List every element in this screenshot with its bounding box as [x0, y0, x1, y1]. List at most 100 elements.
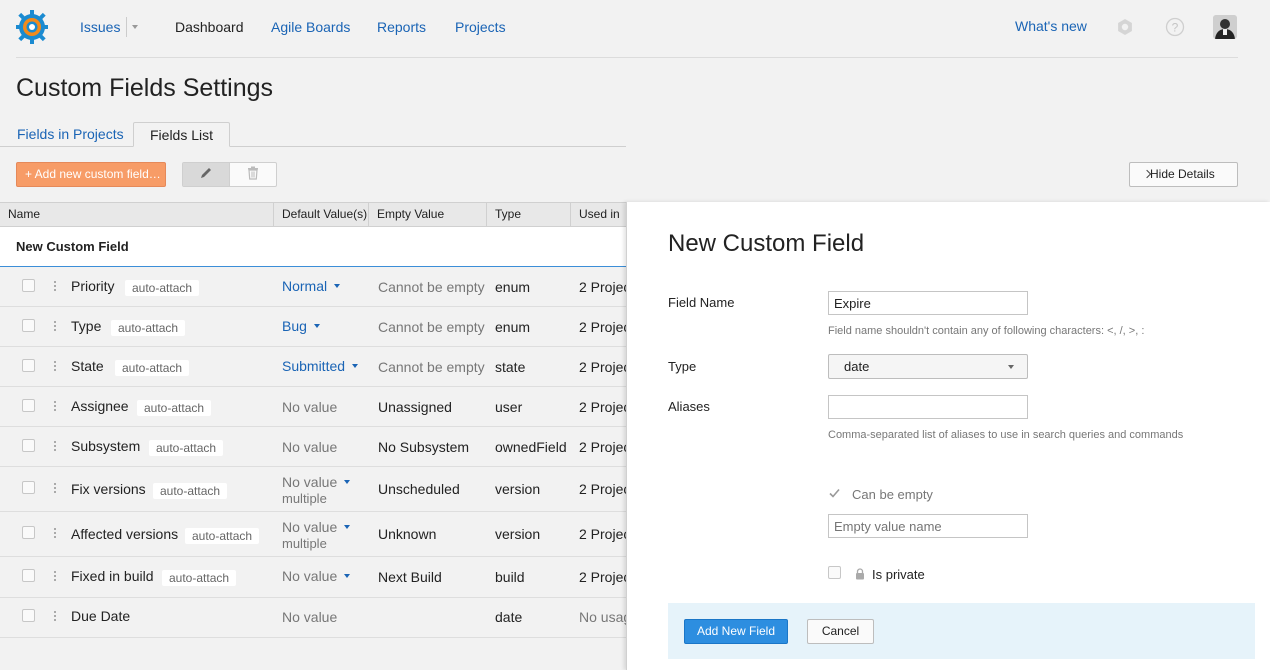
field-name: Subsystem [71, 438, 141, 454]
nav-dashboard[interactable]: Dashboard [175, 19, 244, 35]
table-row[interactable]: Fixed in build auto-attach No value Next… [0, 557, 626, 598]
new-custom-field-row[interactable]: New Custom Field [0, 227, 626, 267]
used-in[interactable]: 2 Projects [579, 439, 626, 455]
table-row[interactable]: Fix versions auto-attach No value multip… [0, 467, 626, 512]
nav-agile-boards[interactable]: Agile Boards [271, 19, 350, 35]
used-in[interactable]: 2 Projects [579, 481, 626, 497]
row-checkbox[interactable] [22, 481, 35, 494]
default-value-dropdown[interactable]: Submitted [282, 358, 359, 374]
column-header-used-in[interactable]: Used in [571, 203, 626, 227]
row-checkbox[interactable] [22, 439, 35, 452]
default-value-dropdown[interactable]: Normal [282, 278, 341, 294]
new-custom-field-label: New Custom Field [16, 239, 129, 254]
drag-handle-icon[interactable] [54, 571, 57, 584]
field-name: Fix versions [71, 481, 146, 497]
empty-value-name-input[interactable] [828, 514, 1028, 538]
column-header-default-values[interactable]: Default Value(s) [274, 203, 369, 227]
drag-handle-icon[interactable] [54, 281, 57, 294]
caret-down-icon [352, 364, 359, 368]
nav-reports[interactable]: Reports [377, 19, 426, 35]
row-checkbox[interactable] [22, 399, 35, 412]
empty-value: No Subsystem [378, 439, 470, 455]
row-checkbox[interactable] [22, 279, 35, 292]
used-in[interactable]: 2 Projects [579, 569, 626, 585]
tab-fields-in-projects[interactable]: Fields in Projects [1, 122, 140, 147]
row-checkbox[interactable] [22, 526, 35, 539]
table-row[interactable]: Assignee auto-attach No value Unassigned… [0, 387, 626, 427]
panel-title: New Custom Field [668, 230, 865, 257]
table-row[interactable]: Due Date No value date No usages [0, 598, 626, 638]
used-in[interactable]: 2 Projects [579, 399, 626, 415]
field-name-label: Field Name [668, 295, 735, 310]
drag-handle-icon[interactable] [54, 361, 57, 374]
row-checkbox[interactable] [22, 319, 35, 332]
cancel-button[interactable]: Cancel [807, 619, 874, 644]
can-be-empty-checkbox[interactable] [828, 487, 841, 500]
field-type: user [495, 399, 523, 415]
column-header-empty-value[interactable]: Empty Value [369, 203, 487, 227]
used-in[interactable]: 2 Projects [579, 279, 626, 295]
used-in[interactable]: 2 Projects [579, 359, 626, 375]
column-header-type[interactable]: Type [487, 203, 571, 227]
row-checkbox[interactable] [22, 609, 35, 622]
type-select[interactable]: date [828, 354, 1028, 379]
table-row[interactable]: Priority auto-attach Normal Cannot be em… [0, 267, 626, 307]
field-name: Priority [71, 278, 115, 294]
table-row[interactable]: Subsystem auto-attach No value No Subsys… [0, 427, 626, 467]
aliases-hint: Comma-separated list of aliases to use i… [828, 429, 1184, 441]
table-row[interactable]: Type auto-attach Bug Cannot be empty enu… [0, 307, 626, 347]
auto-attach-badge: auto-attach [153, 483, 228, 499]
type-label: Type [668, 359, 697, 374]
drag-handle-icon[interactable] [54, 528, 57, 541]
chevron-down-icon[interactable] [132, 25, 138, 29]
used-in[interactable]: 2 Projects [579, 319, 626, 335]
aliases-input[interactable] [828, 395, 1028, 419]
checkmark-icon [829, 488, 840, 498]
field-name-input[interactable] [828, 291, 1028, 315]
hide-details-label: Hide Details [1150, 167, 1215, 181]
user-avatar[interactable] [1213, 15, 1237, 39]
aliases-label: Aliases [668, 399, 710, 414]
drag-handle-icon[interactable] [54, 483, 57, 496]
hide-details-button[interactable]: Hide Details [1129, 162, 1238, 187]
svg-text:?: ? [1172, 21, 1179, 35]
field-type: enum [495, 319, 531, 335]
drag-handle-icon[interactable] [54, 401, 57, 414]
caret-down-icon [344, 525, 351, 529]
youtrack-logo-icon[interactable] [16, 10, 48, 44]
settings-gear-icon[interactable] [1115, 17, 1135, 37]
trash-icon [247, 166, 259, 183]
page-title: Custom Fields Settings [16, 74, 274, 102]
is-private-checkbox[interactable] [828, 566, 841, 579]
default-value-dropdown[interactable]: Bug [282, 318, 320, 334]
nav-issues[interactable]: Issues [80, 19, 120, 35]
nav-projects[interactable]: Projects [455, 19, 506, 35]
edit-button[interactable] [183, 163, 230, 186]
auto-attach-badge: auto-attach [185, 528, 260, 544]
table-row[interactable]: State auto-attach Submitted Cannot be em… [0, 347, 626, 387]
field-type: enum [495, 279, 531, 295]
drag-handle-icon[interactable] [54, 321, 57, 334]
table-row[interactable]: Affected versions auto-attach No value m… [0, 512, 626, 557]
whats-new-link[interactable]: What's new [1015, 18, 1087, 34]
default-value-dropdown[interactable]: No value [282, 474, 351, 490]
nav-separator [126, 17, 127, 37]
default-value-dropdown[interactable]: No value [282, 568, 351, 584]
default-value-dropdown[interactable]: No value [282, 519, 351, 535]
drag-handle-icon[interactable] [54, 441, 57, 454]
used-in[interactable]: 2 Projects [579, 526, 626, 542]
row-checkbox[interactable] [22, 359, 35, 372]
drag-handle-icon[interactable] [54, 611, 57, 624]
add-custom-field-button[interactable]: + Add new custom field… [16, 162, 166, 187]
default-value: No value [282, 439, 338, 455]
add-new-field-button[interactable]: Add New Field [684, 619, 788, 644]
row-checkbox[interactable] [22, 569, 35, 582]
caret-down-icon [344, 480, 351, 484]
field-type: date [495, 609, 523, 625]
header-divider [16, 57, 1238, 58]
tab-fields-list[interactable]: Fields List [133, 122, 231, 147]
help-question-icon[interactable]: ? [1165, 17, 1185, 37]
column-header-name[interactable]: Name [0, 203, 274, 227]
delete-button[interactable] [230, 163, 276, 186]
field-type: ownedField [495, 439, 567, 455]
